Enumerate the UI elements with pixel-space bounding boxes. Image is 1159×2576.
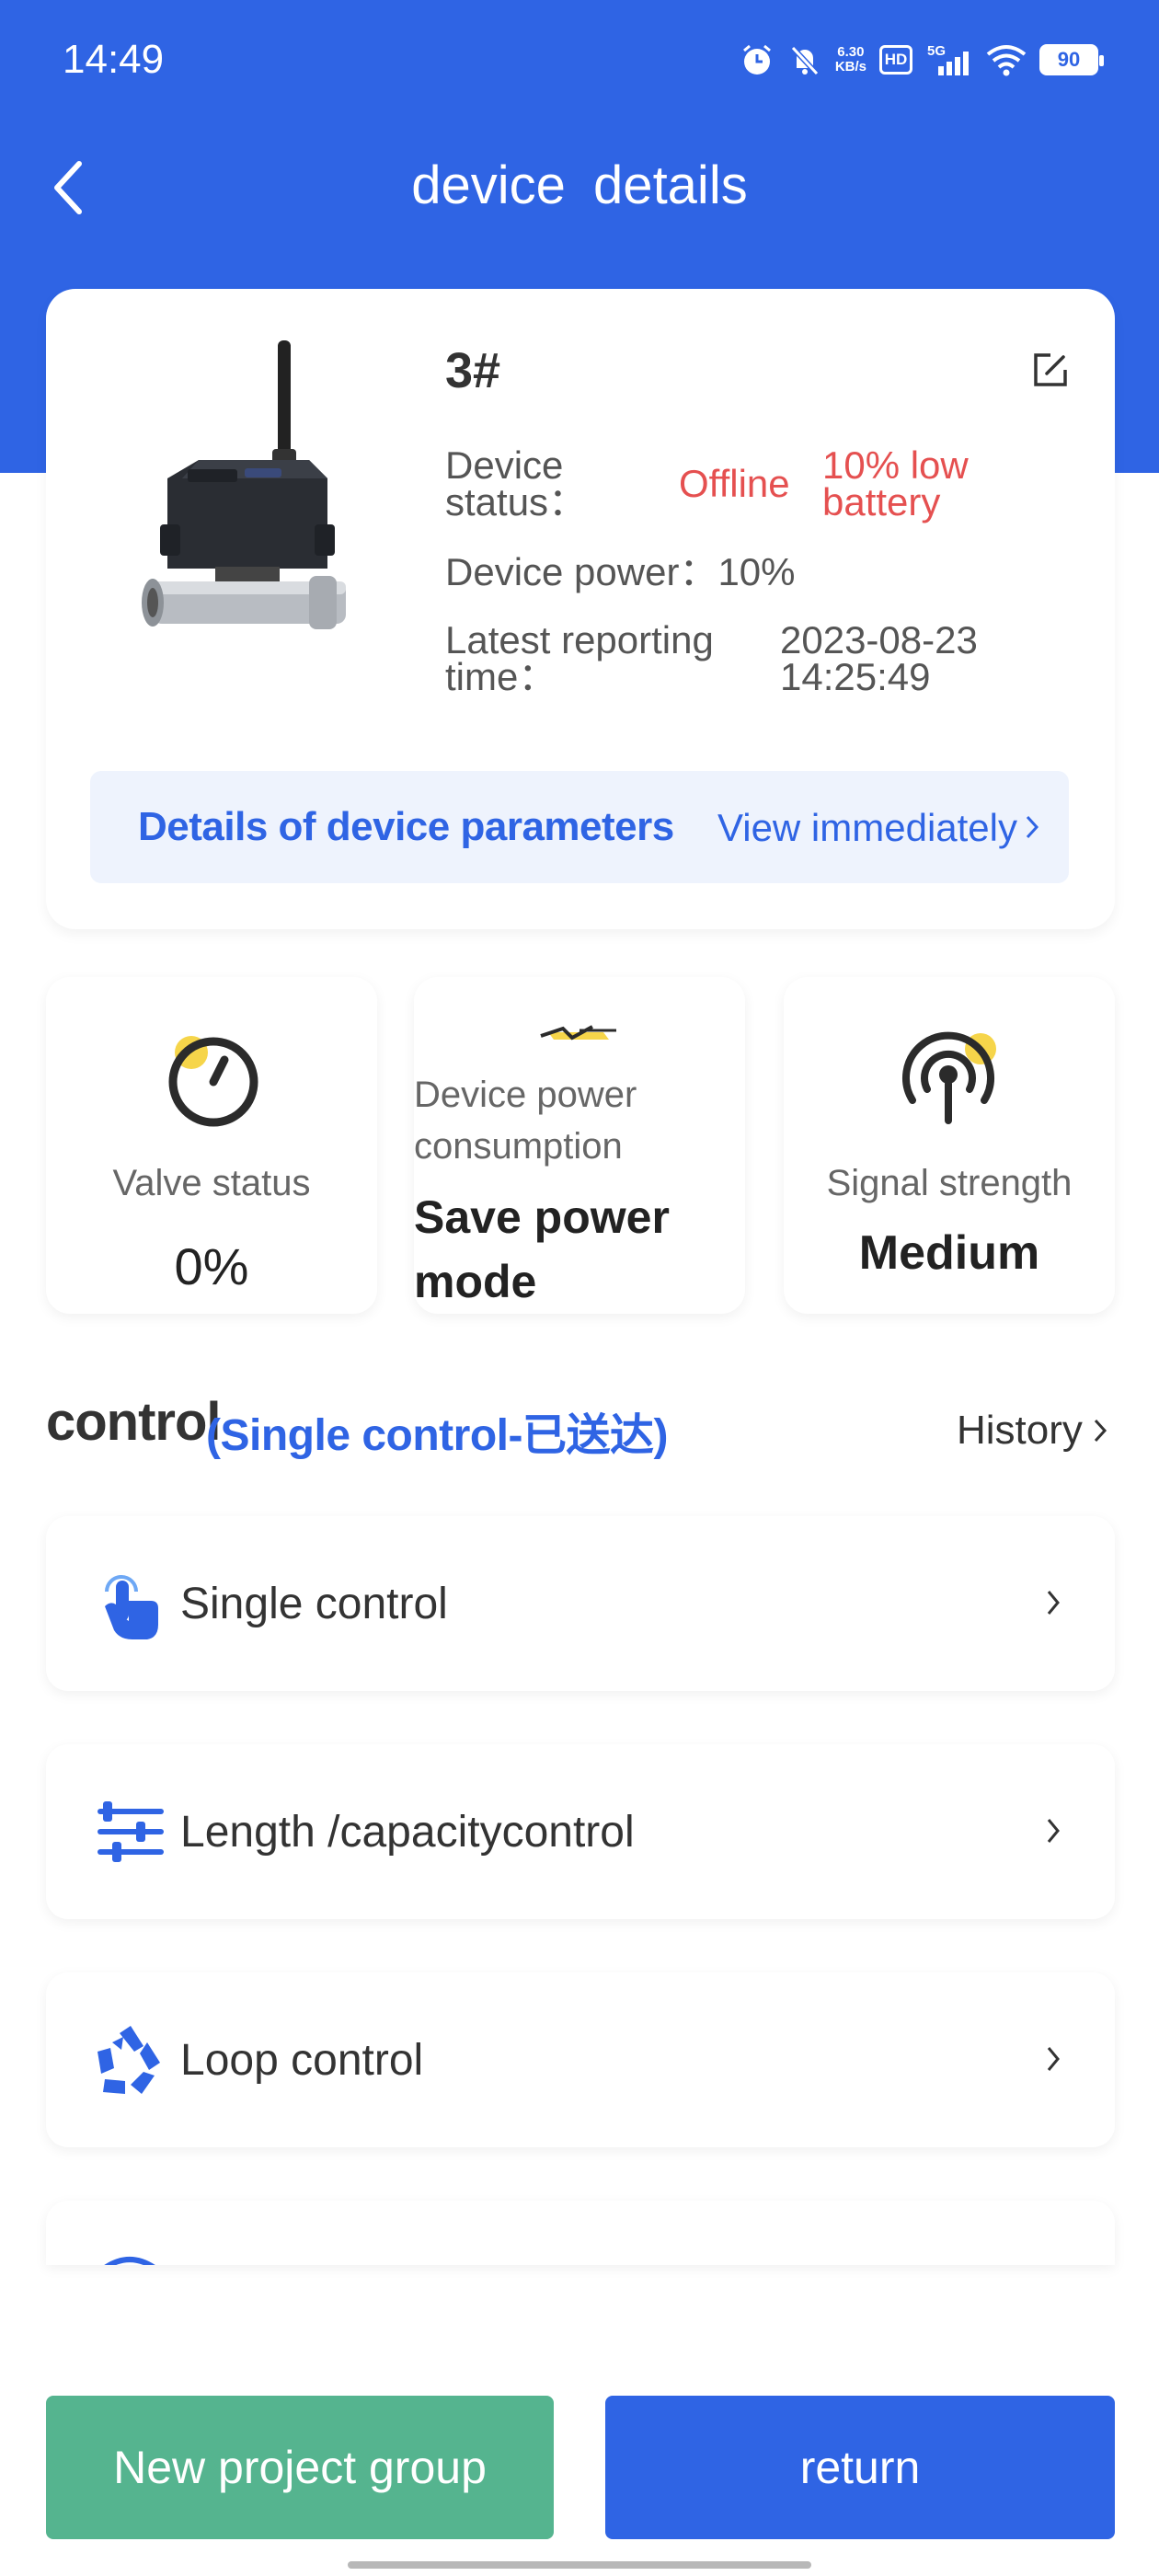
wifi-icon <box>986 45 1027 76</box>
valve-status-value: 0% <box>174 1237 249 1295</box>
tap-hand-icon <box>105 1575 158 1639</box>
power-consumption-label: Device power consumption <box>414 1075 637 1167</box>
device-power-row: Device power：10% <box>445 553 796 592</box>
partial-control-icon <box>104 2257 155 2265</box>
device-status-label: Device status： <box>445 443 588 523</box>
single-control-item[interactable]: Single control <box>46 1516 1115 1691</box>
signal-strength-label: Signal strength <box>826 1163 1073 1203</box>
status-time: 14:49 <box>63 37 165 82</box>
new-project-group-button[interactable]: New project group <box>46 2396 554 2539</box>
control-mode-subtitle: (Single control-已送达) <box>206 1411 668 1460</box>
battery-indicator: 90 <box>1039 44 1104 75</box>
report-time: 14:25:49 <box>780 655 931 698</box>
signal-icon <box>902 1031 996 1124</box>
length-capacity-control-item[interactable]: Length /capacitycontrol <box>46 1744 1115 1919</box>
device-parameters-bar[interactable]: Details of device parameters View immedi… <box>90 771 1069 883</box>
chevron-right-icon <box>1047 1591 1060 1615</box>
history-link[interactable]: History <box>957 1408 1108 1454</box>
valve-status-label: Valve status <box>112 1163 311 1203</box>
partial-control-item[interactable] <box>46 2201 1115 2265</box>
chevron-right-icon <box>1026 815 1039 839</box>
signal-strength-value: Medium <box>858 1226 1040 1280</box>
status-icons: 6.30 KB/s HD 5G 90 <box>740 42 1104 77</box>
history-label: History <box>957 1408 1083 1453</box>
device-power-value: 10% <box>717 550 796 593</box>
parameters-title: Details of device parameters <box>138 804 674 849</box>
valve-device-image <box>142 340 346 629</box>
network-speed-unit: KB/s <box>834 59 866 75</box>
single-control-label: Single control <box>180 1580 448 1628</box>
network-speed-value: 6.30 <box>837 44 865 60</box>
length-capacity-control-label: Length /capacitycontrol <box>180 1808 635 1857</box>
report-date: 2023-08-23 <box>780 618 978 661</box>
hd-badge: HD <box>879 45 912 75</box>
network-speed: 6.30 KB/s <box>835 45 866 75</box>
edit-icon[interactable] <box>1030 350 1071 390</box>
gauge-icon <box>168 1036 258 1127</box>
page-title: device details <box>411 155 748 215</box>
device-name: 3# <box>445 343 501 398</box>
loop-control-label: Loop control <box>180 2036 424 2085</box>
valve-status-card: Valve status 0% <box>46 977 377 1314</box>
cellular-signal-icon: 5G <box>927 43 969 75</box>
loop-control-item[interactable]: Loop control <box>46 1972 1115 2147</box>
power-consumption-card: Device power consumption Save power mode <box>414 977 745 1314</box>
device-power-label: Device power： <box>445 550 718 593</box>
power-mode-icon <box>540 1025 616 1041</box>
mute-bell-icon <box>790 45 820 76</box>
status-bar: 14:49 6.30 KB/s HD 5G 90 <box>0 0 1159 120</box>
chevron-right-icon <box>1047 1819 1060 1843</box>
device-card: 3# Device status： Offline 10% low batter… <box>46 289 1115 929</box>
control-section-title: control <box>46 1392 222 1452</box>
low-battery-warning: 10% low battery <box>822 443 969 523</box>
svg-text:5G: 5G <box>927 43 946 59</box>
sliders-icon <box>98 1801 164 1862</box>
chevron-right-icon <box>1094 1419 1107 1443</box>
home-indicator[interactable] <box>348 2561 811 2569</box>
signal-strength-card: Signal strength Medium <box>784 977 1115 1314</box>
alarm-icon <box>742 44 771 75</box>
report-time-label: Latest reporting time： <box>445 618 714 698</box>
view-immediately-link[interactable]: View immediately <box>717 806 1017 850</box>
recycle-icon <box>98 2026 160 2094</box>
chevron-right-icon <box>1047 2047 1060 2071</box>
power-consumption-value: Save power mode <box>414 1191 670 1307</box>
return-button[interactable]: return <box>605 2396 1115 2539</box>
device-status-value: Offline <box>679 462 790 505</box>
